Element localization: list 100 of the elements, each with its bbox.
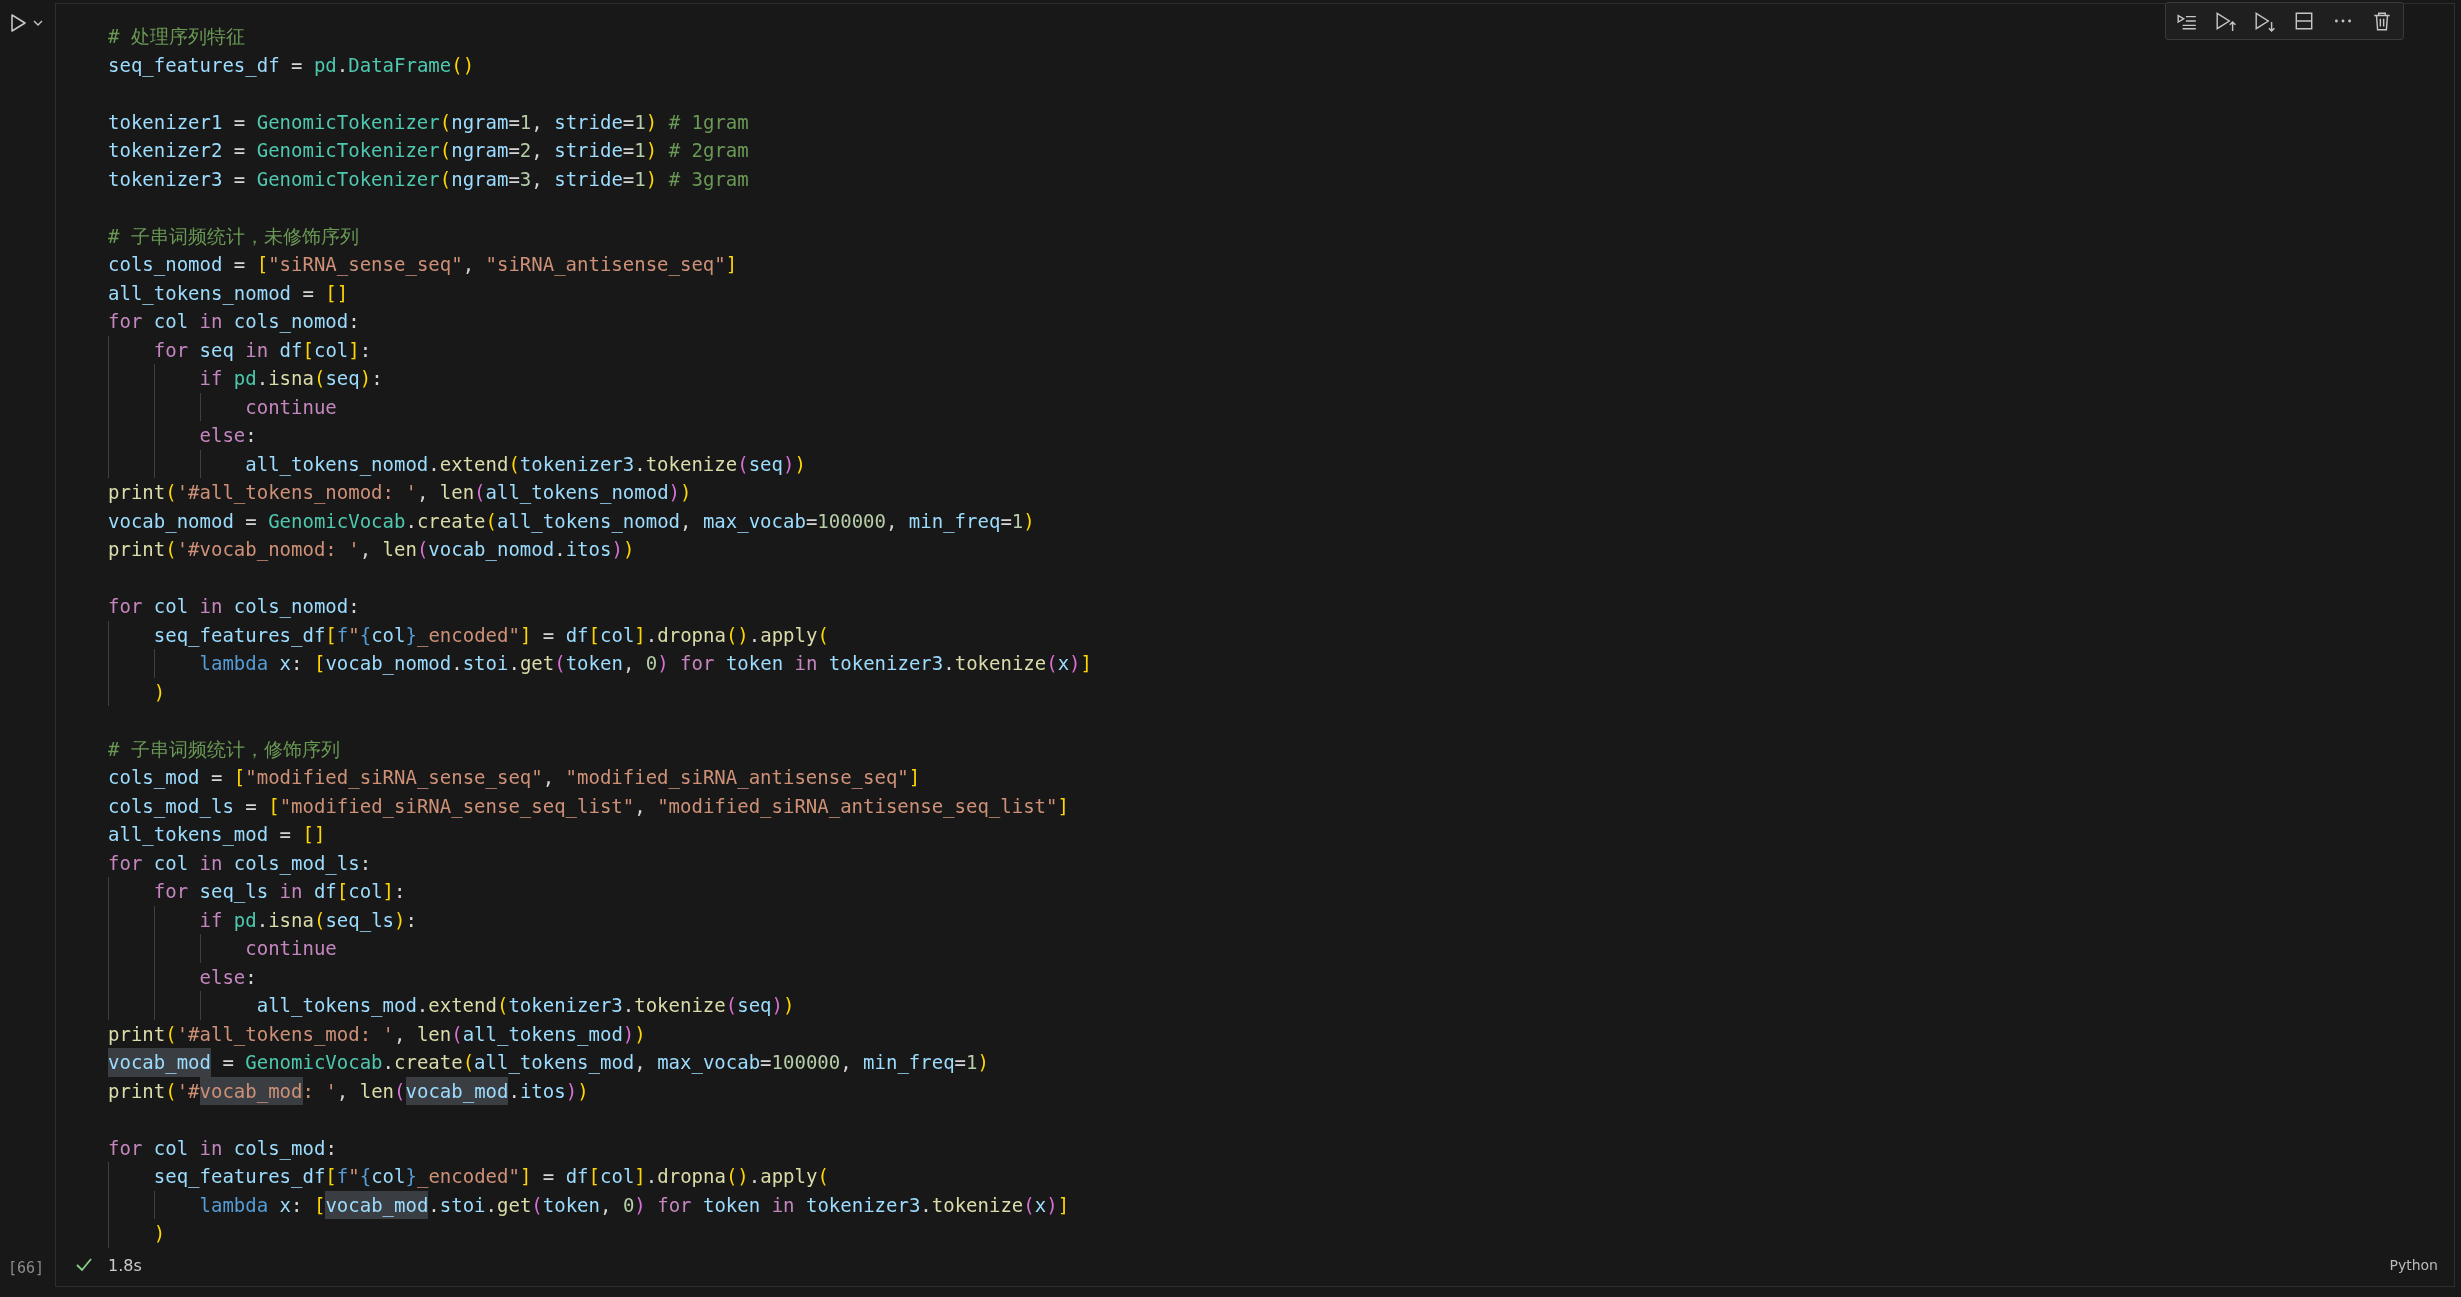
code-operator: ,	[840, 1050, 853, 1075]
code-operator: =	[622, 138, 635, 163]
code-operator: .	[416, 993, 429, 1018]
code-comment: # 2gram	[667, 138, 749, 163]
code-keyword: for	[656, 1192, 693, 1218]
run-icon[interactable]	[8, 13, 28, 33]
code-identifier: x	[1057, 651, 1070, 676]
code-identifier: col	[371, 1164, 406, 1189]
code-operator: :	[348, 594, 360, 619]
code-bracket: )	[771, 993, 783, 1018]
code-string: _encoded"	[416, 1164, 520, 1190]
code-operator: :	[371, 366, 383, 391]
code-bracket: ]	[634, 1164, 646, 1189]
code-identifier: tokenizer2	[108, 138, 223, 163]
code-number: 1	[1011, 508, 1024, 534]
code-function: print	[108, 537, 166, 562]
code-function: isna	[268, 366, 314, 391]
code-identifier: tokenizer3	[108, 166, 223, 192]
code-keyword: lambda	[199, 1192, 270, 1218]
code-identifier: all_tokens_nomod	[108, 280, 292, 307]
code-bracket: (	[439, 138, 452, 163]
code-function: extend	[439, 451, 509, 477]
code-identifier: all_tokens_nomod	[497, 508, 681, 535]
code-identifier: stride	[554, 166, 623, 192]
code-bracket: [	[302, 337, 314, 363]
code-string: "modified_siRNA_antisense_seq_list"	[657, 793, 1058, 820]
code-identifier: seq	[325, 366, 360, 391]
delete-icon[interactable]	[2371, 10, 2393, 32]
code-operator: :	[394, 879, 406, 904]
code-operator: =	[278, 822, 293, 847]
run-below-icon[interactable]	[2254, 10, 2276, 32]
code-comment: # 处理序列特征	[108, 24, 245, 49]
code-number: 1	[966, 1050, 978, 1075]
code-identifier: ngram	[451, 166, 509, 192]
code-operator: .	[622, 993, 635, 1018]
code-identifier: vocab_mod	[108, 1048, 211, 1077]
code-operator: .	[405, 508, 417, 534]
code-operator: :	[291, 1192, 304, 1218]
code-bracket: )	[622, 1021, 635, 1047]
code-function: tokenize	[634, 993, 726, 1018]
code-keyword: }	[405, 622, 417, 648]
code-operator: =	[209, 765, 224, 790]
code-identifier: col	[600, 622, 635, 648]
code-identifier: tokenizer3	[805, 1192, 921, 1218]
code-bracket: (	[485, 508, 497, 534]
code-identifier: col	[153, 1135, 190, 1161]
code-keyword: in	[794, 651, 819, 676]
code-number: 1	[634, 166, 646, 192]
code-identifier: col	[348, 879, 383, 904]
code-class: GenomicVocab	[245, 1050, 383, 1075]
code-operator: ,	[531, 138, 544, 163]
code-identifier: col	[153, 309, 190, 334]
code-function: print	[108, 480, 166, 505]
code-string: '#all_tokens_mod: '	[176, 1021, 394, 1048]
code-class: DataFrame	[348, 52, 452, 78]
code-number: 1	[634, 109, 646, 135]
code-bracket: )	[394, 907, 406, 933]
language-label[interactable]: Python	[2389, 1257, 2438, 1273]
code-operator: .	[428, 451, 440, 477]
code-string: "siRNA_sense_seq"	[268, 252, 463, 278]
code-operator: .	[634, 451, 646, 477]
code-bracket: ()	[725, 1164, 749, 1189]
code-operator: =	[232, 138, 247, 163]
code-string: "siRNA_antisense_seq"	[485, 252, 726, 278]
code-operator: ,	[531, 166, 544, 192]
run-above-icon[interactable]	[2215, 10, 2237, 32]
code-identifier: min_freq	[908, 508, 1001, 535]
code-keyword: }	[405, 1164, 417, 1190]
code-identifier: ngram	[451, 138, 509, 163]
code-operator: :	[359, 850, 372, 876]
split-cell-icon[interactable]	[2293, 10, 2315, 32]
code-identifier: vocab_mod	[325, 1190, 429, 1219]
code-bracket: )	[359, 366, 372, 391]
code-keyword: for	[679, 651, 716, 676]
code-bracket: []	[302, 822, 326, 847]
code-bracket: ]	[1057, 793, 1069, 819]
code-keyword: f	[336, 1164, 349, 1189]
code-operator: ,	[416, 480, 430, 505]
code-operator: ,	[622, 651, 636, 676]
code-bracket: ]	[519, 622, 532, 648]
code-operator: ,	[531, 109, 544, 135]
code-bracket: (	[165, 1078, 177, 1104]
code-bracket: )	[680, 480, 692, 505]
code-operator: =	[1000, 508, 1012, 534]
code-identifier: x	[279, 1192, 292, 1218]
code-bracket: )	[634, 1192, 646, 1218]
code-identifier: col	[600, 1164, 635, 1189]
code-operator: :	[359, 337, 372, 363]
code-bracket: ]	[725, 252, 738, 277]
code-operator: =	[508, 109, 520, 135]
code-bracket: (	[165, 480, 177, 505]
code-string: vocab_mod	[199, 1076, 303, 1105]
code-bracket: )	[657, 651, 669, 676]
code-operator: :	[348, 309, 360, 334]
code-function: dropna	[657, 622, 726, 648]
code-bracket: )	[622, 537, 635, 562]
code-bracket: )	[1023, 508, 1035, 534]
code-operator: :	[245, 964, 257, 990]
code-bracket: (	[737, 451, 749, 477]
code-keyword: f	[336, 622, 349, 648]
